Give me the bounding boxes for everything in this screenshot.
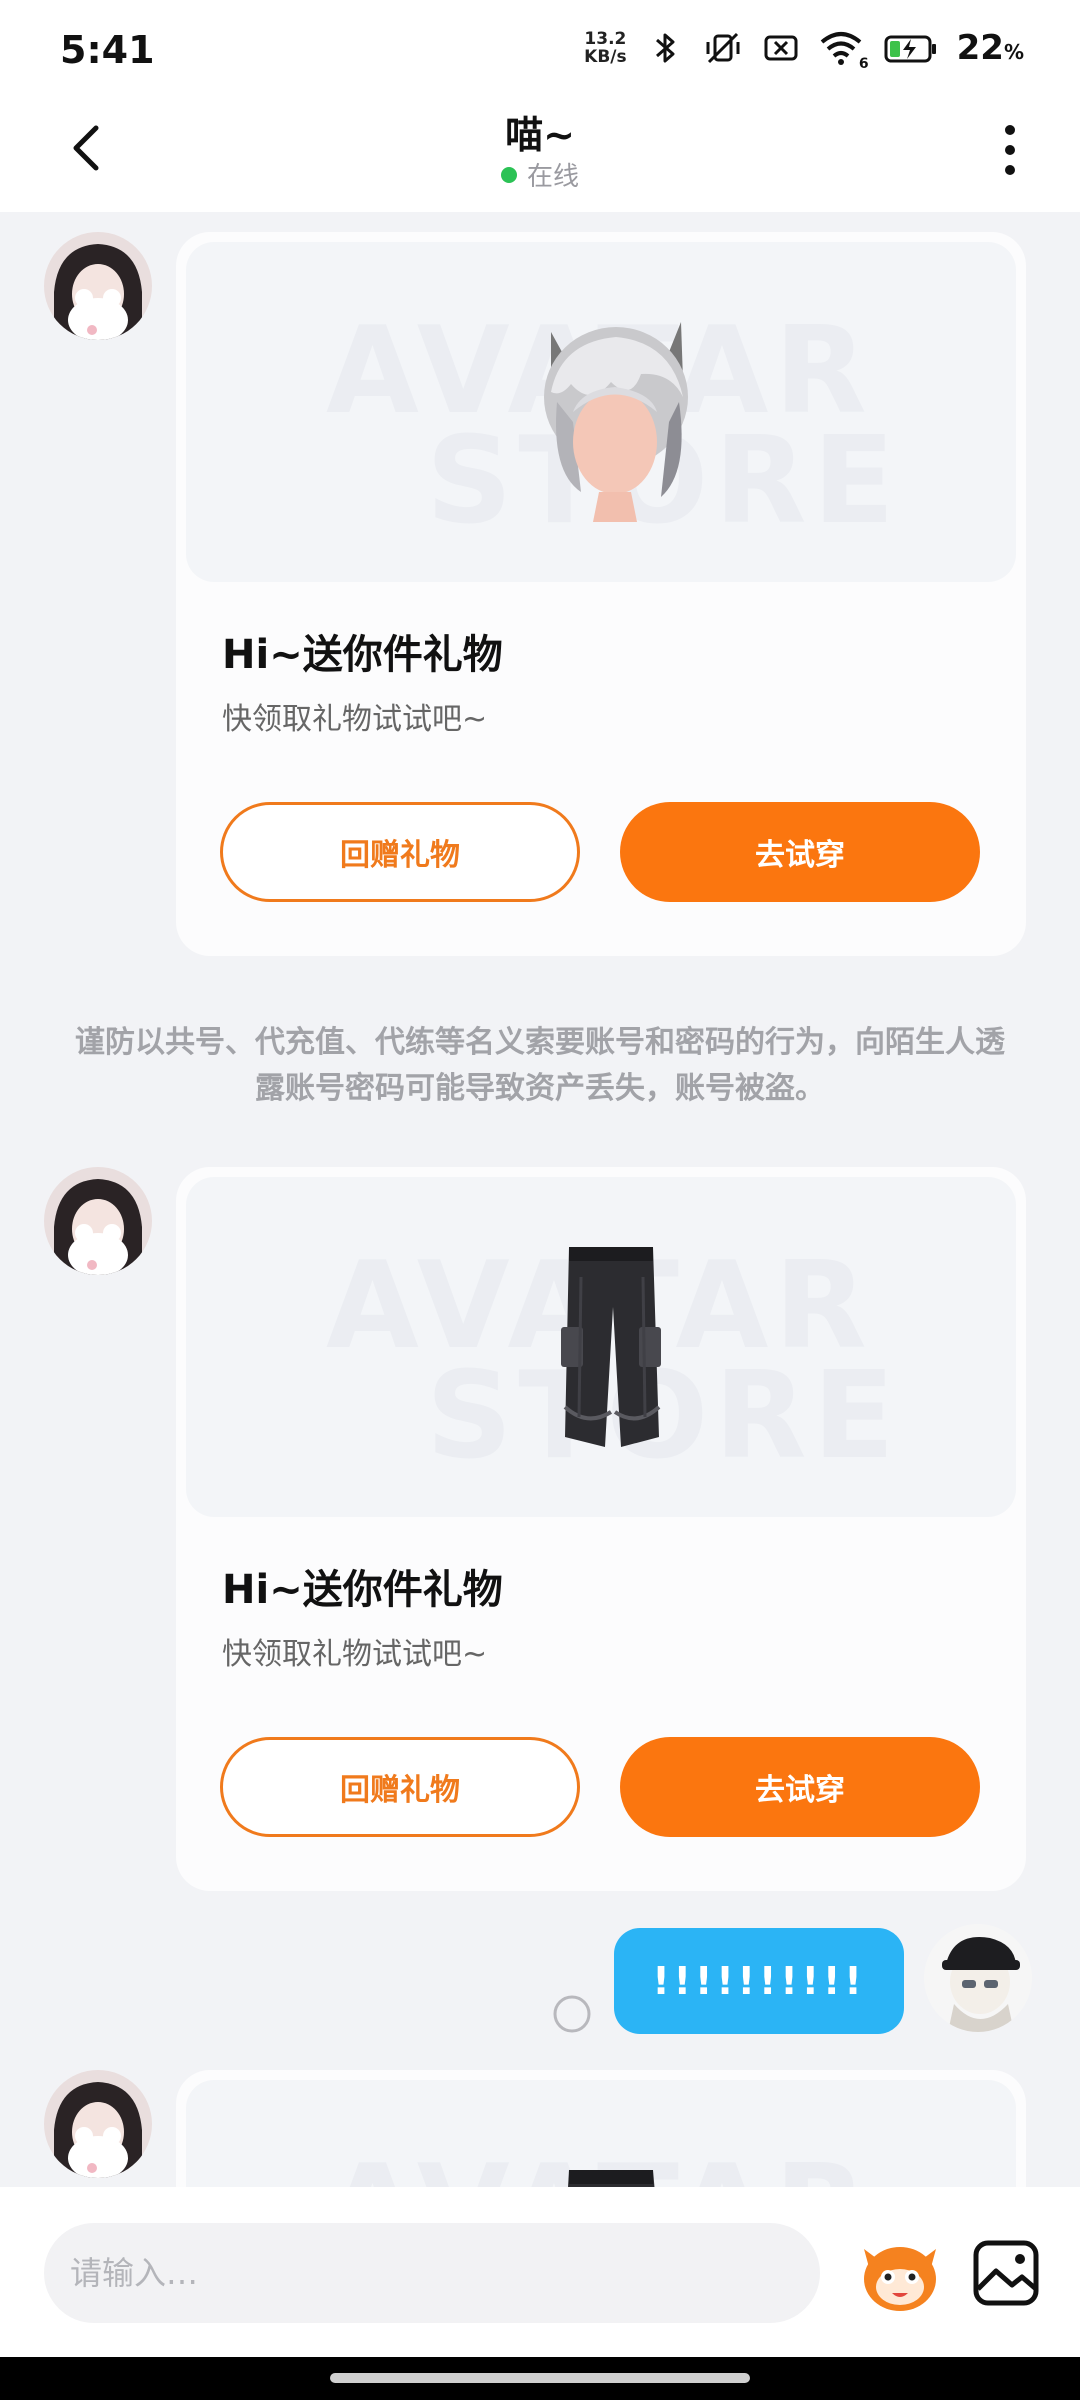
chat-header: 喵~ 在线 bbox=[0, 100, 1080, 212]
home-indicator[interactable] bbox=[330, 2373, 750, 2383]
sending-status-icon bbox=[553, 1995, 591, 2033]
mascot-icon bbox=[864, 2247, 936, 2311]
my-message-bubble[interactable]: !!!!!!!!!! bbox=[614, 1928, 904, 2034]
wifi-icon: 6 bbox=[819, 28, 869, 72]
battery-charging-icon bbox=[884, 35, 936, 63]
sender-avatar[interactable] bbox=[44, 232, 152, 340]
online-status: 在线 bbox=[0, 156, 1080, 193]
chat-title: 喵~ bbox=[505, 113, 575, 157]
status-bar: 5:41 13.2 KB/s 6 22% bbox=[0, 0, 1080, 100]
message-input[interactable] bbox=[44, 2223, 820, 2323]
gift-card-title: Hi~送你件礼物 bbox=[222, 1567, 503, 1613]
wifi-badge: 6 bbox=[858, 56, 869, 72]
cargo-pants-icon bbox=[561, 1247, 661, 1447]
bluetooth-icon bbox=[655, 33, 675, 63]
sender-avatar[interactable] bbox=[44, 1167, 152, 1275]
mute-vibrate-icon bbox=[706, 32, 740, 64]
sim-off-icon bbox=[764, 35, 798, 61]
message-input-bar bbox=[0, 2187, 1080, 2357]
sender-avatar[interactable] bbox=[44, 2070, 152, 2178]
network-speed-value: 13.2 bbox=[584, 29, 627, 49]
network-speed-unit: KB/s bbox=[584, 47, 627, 67]
gift-item-image[interactable]: AVATAR STORE bbox=[186, 1177, 1016, 1517]
gift-card[interactable]: AVATAR STORE Hi~送你件礼物 快领取礼物试试吧~ 回赠礼物 去试穿 bbox=[176, 232, 1026, 956]
battery-percent: 22% bbox=[957, 28, 1024, 68]
gift-card[interactable]: AVATAR bbox=[176, 2070, 1026, 2187]
security-warning: 谨防以共号、代充值、代练等名义索要账号和密码的行为，向陌生人透露账号密码可能导致… bbox=[75, 1025, 1005, 1106]
gift-card-subtitle: 快领取礼物试试吧~ bbox=[222, 1637, 488, 1672]
return-gift-button[interactable]: 回赠礼物 bbox=[220, 1737, 580, 1837]
image-icon bbox=[973, 2240, 1039, 2306]
chat-messages[interactable]: AVATAR STORE Hi~送你件礼物 快领取礼物试试吧~ 回赠礼物 去试穿… bbox=[0, 212, 1080, 2187]
try-on-button[interactable]: 去试穿 bbox=[620, 1737, 980, 1837]
network-speed: 13.2 KB/s bbox=[584, 30, 626, 66]
more-vertical-icon bbox=[1005, 125, 1015, 175]
gift-item-image[interactable]: AVATAR STORE bbox=[186, 242, 1016, 582]
my-avatar[interactable] bbox=[924, 1924, 1032, 2032]
image-button[interactable] bbox=[966, 2231, 1050, 2315]
system-nav-bar bbox=[0, 2357, 1080, 2400]
cargo-pants-icon bbox=[568, 2170, 655, 2187]
more-options-button[interactable] bbox=[980, 120, 1040, 180]
online-dot-icon bbox=[500, 166, 517, 183]
online-status-text: 在线 bbox=[526, 162, 579, 192]
return-gift-button[interactable]: 回赠礼物 bbox=[220, 802, 580, 902]
gift-item-image[interactable]: AVATAR bbox=[186, 2080, 1016, 2187]
battery-percent-value: 22 bbox=[956, 28, 1004, 68]
gift-card[interactable]: AVATAR STORE Hi~送你件礼物 快领取礼物试试吧~ 回赠礼物 去试穿 bbox=[176, 1167, 1026, 1891]
battery-percent-sign: % bbox=[1003, 40, 1024, 64]
status-icons: 13.2 KB/s 6 22% bbox=[584, 28, 1024, 72]
try-on-button[interactable]: 去试穿 bbox=[620, 802, 980, 902]
emoji-button[interactable] bbox=[850, 2231, 950, 2315]
gift-card-title: Hi~送你件礼物 bbox=[222, 632, 503, 678]
gift-card-subtitle: 快领取礼物试试吧~ bbox=[222, 702, 488, 737]
status-time: 5:41 bbox=[60, 28, 155, 72]
cat-ear-hair-icon bbox=[544, 322, 688, 522]
